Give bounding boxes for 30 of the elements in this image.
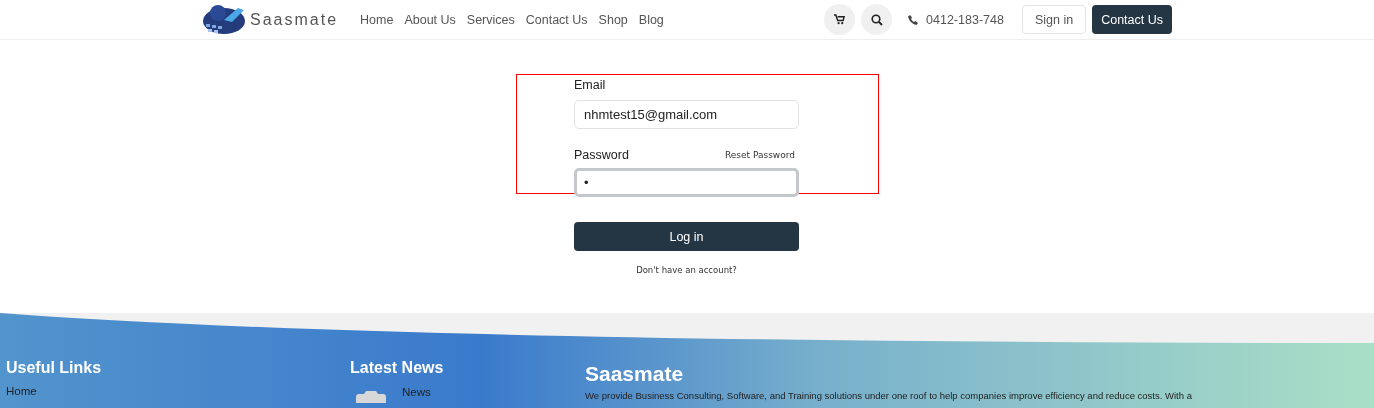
news-link[interactable]: News	[402, 386, 431, 398]
footer-description: We provide Business Consulting, Software, and Training solutions under one roof to help companies improve efficiency and reduce costs. With a	[585, 390, 1193, 401]
phone-icon	[908, 14, 919, 25]
nav-link[interactable]: Contact Us	[525, 12, 588, 27]
nav-link[interactable]: Services	[466, 12, 515, 27]
nav-link[interactable]: Blog	[638, 12, 664, 27]
logo-text[interactable]: Saasmate	[250, 10, 339, 29]
footer-link[interactable]: Home	[6, 385, 350, 397]
phone-number: 0412-183-748	[926, 12, 1004, 27]
search-icon	[870, 13, 883, 26]
signup-link[interactable]: Don't have an account?	[636, 265, 737, 275]
footer-heading: Useful Links	[6, 359, 103, 377]
camera-icon	[354, 389, 388, 403]
footer-brand: Saasmate	[585, 362, 685, 386]
footer-heading: Latest News	[350, 359, 445, 377]
field-label: Email	[574, 78, 606, 92]
nav-link[interactable]: Home	[360, 12, 394, 27]
contact-button[interactable]: Contact Us	[1092, 5, 1172, 34]
cart-icon	[834, 14, 846, 25]
field-label: Password	[574, 148, 629, 162]
search-button[interactable]	[861, 4, 893, 35]
nav-link[interactable]: About Us	[404, 12, 456, 27]
nav-link[interactable]: Shop	[598, 12, 628, 27]
logo-icon[interactable]	[202, 3, 248, 36]
input-field[interactable]: •	[574, 168, 799, 197]
input-field[interactable]: nhmtest15@gmail.com	[574, 100, 799, 129]
sign-in-button[interactable]: Sign in	[1021, 5, 1087, 34]
login-button[interactable]: Log in	[574, 222, 799, 251]
cart-button[interactable]	[824, 4, 856, 35]
reset-password-link[interactable]: Reset Password	[724, 150, 795, 160]
